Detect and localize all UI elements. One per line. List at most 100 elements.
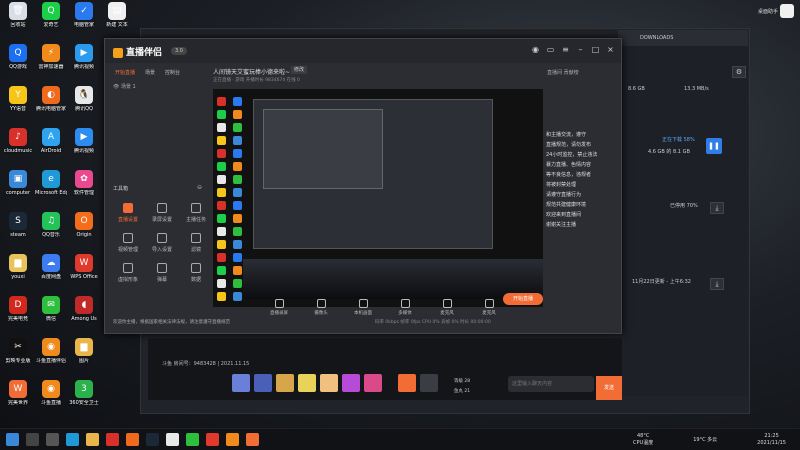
tool-label: 录屏设置: [151, 217, 172, 223]
desktop-icon[interactable]: Q QQ游戏: [2, 44, 34, 70]
menu-icon[interactable]: ≡: [561, 45, 570, 54]
qq-icon[interactable]: [166, 433, 179, 446]
gift-icon-6[interactable]: [342, 374, 360, 392]
app-icon-3[interactable]: [206, 433, 219, 446]
desktop-icon[interactable]: 3 360安全卫士: [68, 380, 100, 406]
desktop-icon[interactable]: ▶ 腾讯视频: [68, 44, 100, 70]
toolbox-item[interactable]: 数据: [181, 263, 211, 283]
desktop-icon[interactable]: ◉ 斗鱼直播: [35, 380, 67, 406]
weather[interactable]: 19°C 多云: [693, 437, 717, 444]
desktop-icon[interactable]: ♪ cloudmusic: [2, 128, 34, 154]
source-control[interactable]: 麦克风: [433, 299, 461, 316]
desktop-icon[interactable]: Q 爱奇艺: [35, 2, 67, 28]
gift-icon-5[interactable]: [320, 374, 338, 392]
tab-console[interactable]: 控制台: [165, 69, 180, 76]
desktop-icon[interactable]: A AirDroid: [35, 128, 67, 154]
desktop-icon[interactable]: ✓ 电脑管家: [68, 2, 100, 28]
desktop-icon[interactable]: ◉ 斗鱼直播伴侣: [35, 338, 67, 364]
start-live-button[interactable]: 开始直播: [503, 293, 543, 305]
gift-icon-3[interactable]: [276, 374, 294, 392]
sidebar-tabs: 开始直播 场景 控制台: [115, 69, 180, 76]
send-button[interactable]: 发送: [596, 376, 622, 400]
explorer-icon[interactable]: [86, 433, 99, 446]
desktop-icon[interactable]: ✂ 剪映专业版: [2, 338, 34, 364]
gift-icon-7[interactable]: [364, 374, 382, 392]
chat-input[interactable]: 这里输入聊天内容: [508, 376, 594, 392]
update-date: 11月22日更新 - 上午6:32: [632, 279, 691, 285]
gift-icon-4[interactable]: [298, 374, 316, 392]
desktop-icon[interactable]: Y YY语音: [2, 86, 34, 112]
gift-icon-2[interactable]: [254, 374, 272, 392]
gift-icon-9[interactable]: [420, 374, 438, 392]
minimize-icon[interactable]: –: [576, 45, 585, 54]
task-view-icon[interactable]: [46, 433, 59, 446]
desktop-icon[interactable]: ✿ 软件管理: [68, 170, 100, 196]
app-icon-4[interactable]: [246, 433, 259, 446]
source-control[interactable]: 摄像头: [307, 299, 335, 316]
collapse-icon[interactable]: ⊖: [197, 184, 202, 191]
stream-preview[interactable]: [213, 89, 575, 307]
eye-icon[interactable]: 👁: [113, 84, 121, 90]
tab-scene[interactable]: 场景: [145, 69, 155, 76]
desktop-icon[interactable]: Ssteam: [2, 212, 34, 238]
clock[interactable]: 21:25 2021/11/15: [757, 433, 786, 447]
download-button-1[interactable]: ⤓: [710, 202, 724, 214]
edge-icon[interactable]: [66, 433, 79, 446]
source-control[interactable]: 本机画面: [349, 299, 377, 316]
desktop-icon[interactable]: ✉ 微信: [35, 296, 67, 322]
toolbox-item[interactable]: 主播任务: [181, 203, 211, 223]
desktop-icon-label: Microsoft Edge: [35, 190, 67, 196]
desktop-icon[interactable]: ♫ QQ音乐: [35, 212, 67, 238]
desktop-icon[interactable]: ▆ youxi: [2, 254, 34, 280]
source-control[interactable]: 直播录屏: [265, 299, 293, 316]
toolbox-item[interactable]: 直播设置: [113, 203, 143, 223]
steam-icon[interactable]: [146, 433, 159, 446]
desktop-icon[interactable]: ▆ 图片: [68, 338, 100, 364]
toolbox-item[interactable]: 视频管理: [113, 233, 143, 253]
user-avatar-icon[interactable]: ◉: [531, 45, 540, 54]
room-title[interactable]: 人间镜天艾蜜玩棒小德来啦~: [213, 67, 290, 76]
desktop-icon[interactable]: e Microsoft Edge: [35, 170, 67, 196]
skin-icon[interactable]: ▭: [546, 45, 555, 54]
cat-widget-icon[interactable]: [780, 4, 794, 18]
desktop-icon[interactable]: O Origin: [68, 212, 100, 238]
tab-start-live[interactable]: 开始直播: [115, 69, 135, 76]
search-icon[interactable]: [26, 433, 39, 446]
desktop-icon[interactable]: ☁ 百度网盘: [35, 254, 67, 280]
desktop-icon[interactable]: ▶ 腾讯视频: [68, 128, 100, 154]
toolbox-item[interactable]: 虚拟形象: [113, 263, 143, 283]
edit-title-button[interactable]: 修改: [291, 66, 308, 74]
chat-line: 将被封禁处理: [546, 182, 577, 188]
desktop-icon[interactable]: ▤ 新建 文本: [101, 2, 133, 28]
desktop-icon[interactable]: 🐧 腾讯QQ: [68, 86, 100, 112]
toolbox-item[interactable]: 滤镜: [181, 233, 211, 253]
desktop-icon[interactable]: ▣ computer: [2, 170, 34, 196]
title-bar: 直播伴侣 3.0 ◉ ▭ ≡ – □ ×: [105, 39, 621, 63]
desktop-icon[interactable]: D 完美电竞: [2, 296, 34, 322]
app-icon-2[interactable]: [126, 433, 139, 446]
close-icon[interactable]: ×: [606, 45, 615, 54]
toolbox-item[interactable]: 导入设置: [147, 233, 177, 253]
desktop-icon[interactable]: 🗑 回收站: [2, 2, 34, 28]
gift-icon-1[interactable]: [232, 374, 250, 392]
right-side-tabs[interactable]: 直播间 贡献榜: [547, 69, 579, 76]
desktop-icon[interactable]: ⚡ 雷神加速器: [35, 44, 67, 70]
desktop-icon[interactable]: W 完美世界: [2, 380, 34, 406]
app-icon-1[interactable]: [106, 433, 119, 446]
source-control[interactable]: 多媒体: [391, 299, 419, 316]
scene-item[interactable]: 👁 场景 1: [113, 83, 136, 90]
source-control[interactable]: 麦克风: [475, 299, 503, 316]
download-button-2[interactable]: ⤓: [710, 278, 724, 290]
gift-icon-8[interactable]: [398, 374, 416, 392]
desktop-icon[interactable]: ◐ 腾讯电脑管家: [35, 86, 67, 112]
start-icon[interactable]: [6, 433, 19, 446]
douyu-icon[interactable]: [226, 433, 239, 446]
desktop-icon[interactable]: W WPS Office: [68, 254, 100, 280]
maximize-icon[interactable]: □: [591, 45, 600, 54]
settings-gear-button[interactable]: ⚙: [732, 66, 746, 78]
pause-download-button[interactable]: ❚❚: [706, 138, 722, 154]
wechat-icon[interactable]: [186, 433, 199, 446]
toolbox-item[interactable]: 弹幕: [147, 263, 177, 283]
toolbox-item[interactable]: 录屏设置: [147, 203, 177, 223]
desktop-icon[interactable]: ◖ Among Us: [68, 296, 100, 322]
